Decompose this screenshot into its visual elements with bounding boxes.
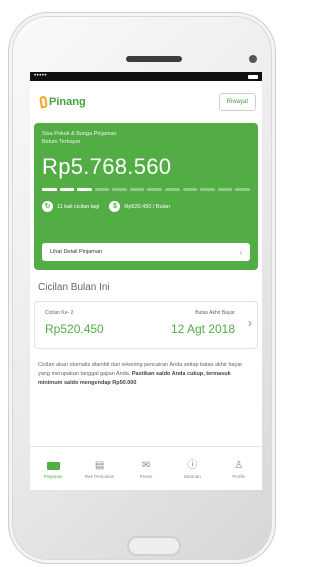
progress-segment — [112, 188, 127, 191]
nav-label: Rek Pencairan — [84, 473, 115, 479]
section-title: Cicilan Bulan Ini — [38, 282, 110, 293]
nav-rek-pencairan[interactable]: ▤ Rek Pencairan — [78, 459, 122, 479]
message-icon: ✉ — [141, 459, 151, 471]
progress-segment — [42, 188, 57, 191]
history-button[interactable]: Riwayat — [218, 93, 256, 111]
monthly-payment-text: Rp520.450 / Bulan — [124, 203, 170, 210]
outstanding-amount: Rp5.768.560 — [42, 154, 172, 179]
help-icon: ⓘ — [187, 459, 198, 471]
progress-segment — [77, 188, 92, 191]
progress-segment — [165, 188, 180, 191]
home-button[interactable] — [127, 536, 181, 556]
due-date-label: Batas Akhir Bayar — [195, 310, 235, 316]
progress-segment — [94, 188, 110, 191]
due-date: 12 Agt 2018 — [170, 322, 235, 336]
loan-label-line2: Belum Terbayar — [42, 139, 81, 145]
counter-icon: ↻ — [42, 201, 53, 212]
progress-segment — [217, 188, 233, 191]
speaker — [126, 56, 182, 62]
current-installment-card[interactable]: Cicilan Ke- 2 Rp520.450 Batas Akhir Baya… — [34, 301, 258, 349]
signal-indicator: ••••• — [34, 73, 48, 79]
logo-mark-icon — [39, 95, 48, 109]
installments-left-chip: ↻ 11 kali cicilan lagi — [42, 201, 99, 212]
auto-debit-info: Cicilan akan otomatis diambil dari reken… — [38, 361, 254, 388]
installment-amount: Rp520.450 — [45, 322, 104, 336]
installments-left-text: 11 kali cicilan lagi — [57, 203, 100, 210]
nav-label: Pesan — [139, 473, 153, 479]
progress-segment — [147, 188, 163, 191]
app-logo: Pinang — [39, 95, 86, 109]
progress-segment — [200, 188, 215, 191]
app-header: Pinang Riwayat — [30, 81, 262, 123]
status-bar: ••••• — [30, 72, 262, 81]
camera — [249, 55, 257, 63]
money-icon: $ — [109, 201, 121, 212]
nav-profile[interactable]: ♙ Profile — [217, 459, 261, 479]
bottom-navigation: Pinjaman ▤ Rek Pencairan ✉ Pesan ⓘ Bantu… — [30, 446, 262, 490]
chevron-right-icon: › — [248, 316, 252, 330]
loan-label-line1: Sisa Pokok & Bunga Pinjaman — [42, 131, 117, 137]
installment-progress-bar — [42, 188, 250, 191]
bank-card-icon: ▤ — [94, 459, 105, 471]
chevron-right-icon: › — [239, 247, 242, 257]
nav-label: Bantuan — [183, 473, 201, 479]
installment-number-label: Cicilan Ke- 2 — [45, 310, 74, 316]
nav-pinjaman[interactable]: Pinjaman — [31, 459, 75, 479]
loan-detail-label: Lihat Detail Pinjaman — [50, 249, 102, 255]
nav-bantuan[interactable]: ⓘ Bantuan — [170, 459, 214, 479]
loan-icon — [46, 459, 60, 472]
progress-segment — [235, 188, 250, 191]
profile-icon: ♙ — [234, 459, 244, 471]
monthly-payment-chip: $ Rp520.450 / Bulan — [109, 201, 170, 212]
progress-segment — [59, 188, 75, 191]
nav-label: Pinjaman — [43, 473, 63, 479]
progress-segment — [182, 188, 198, 191]
app-screen: ••••• Pinang Riwayat Sisa Pokok & Bunga … — [30, 72, 262, 490]
logo-text: Pinang — [49, 96, 86, 108]
loan-detail-button[interactable]: Lihat Detail Pinjaman › — [42, 243, 250, 261]
nav-pesan[interactable]: ✉ Pesan — [124, 459, 168, 479]
battery-icon — [248, 74, 258, 79]
loan-summary-card: Sisa Pokok & Bunga Pinjaman Belum Terbay… — [34, 123, 258, 270]
progress-segment — [129, 188, 145, 191]
nav-label: Profile — [232, 473, 246, 479]
